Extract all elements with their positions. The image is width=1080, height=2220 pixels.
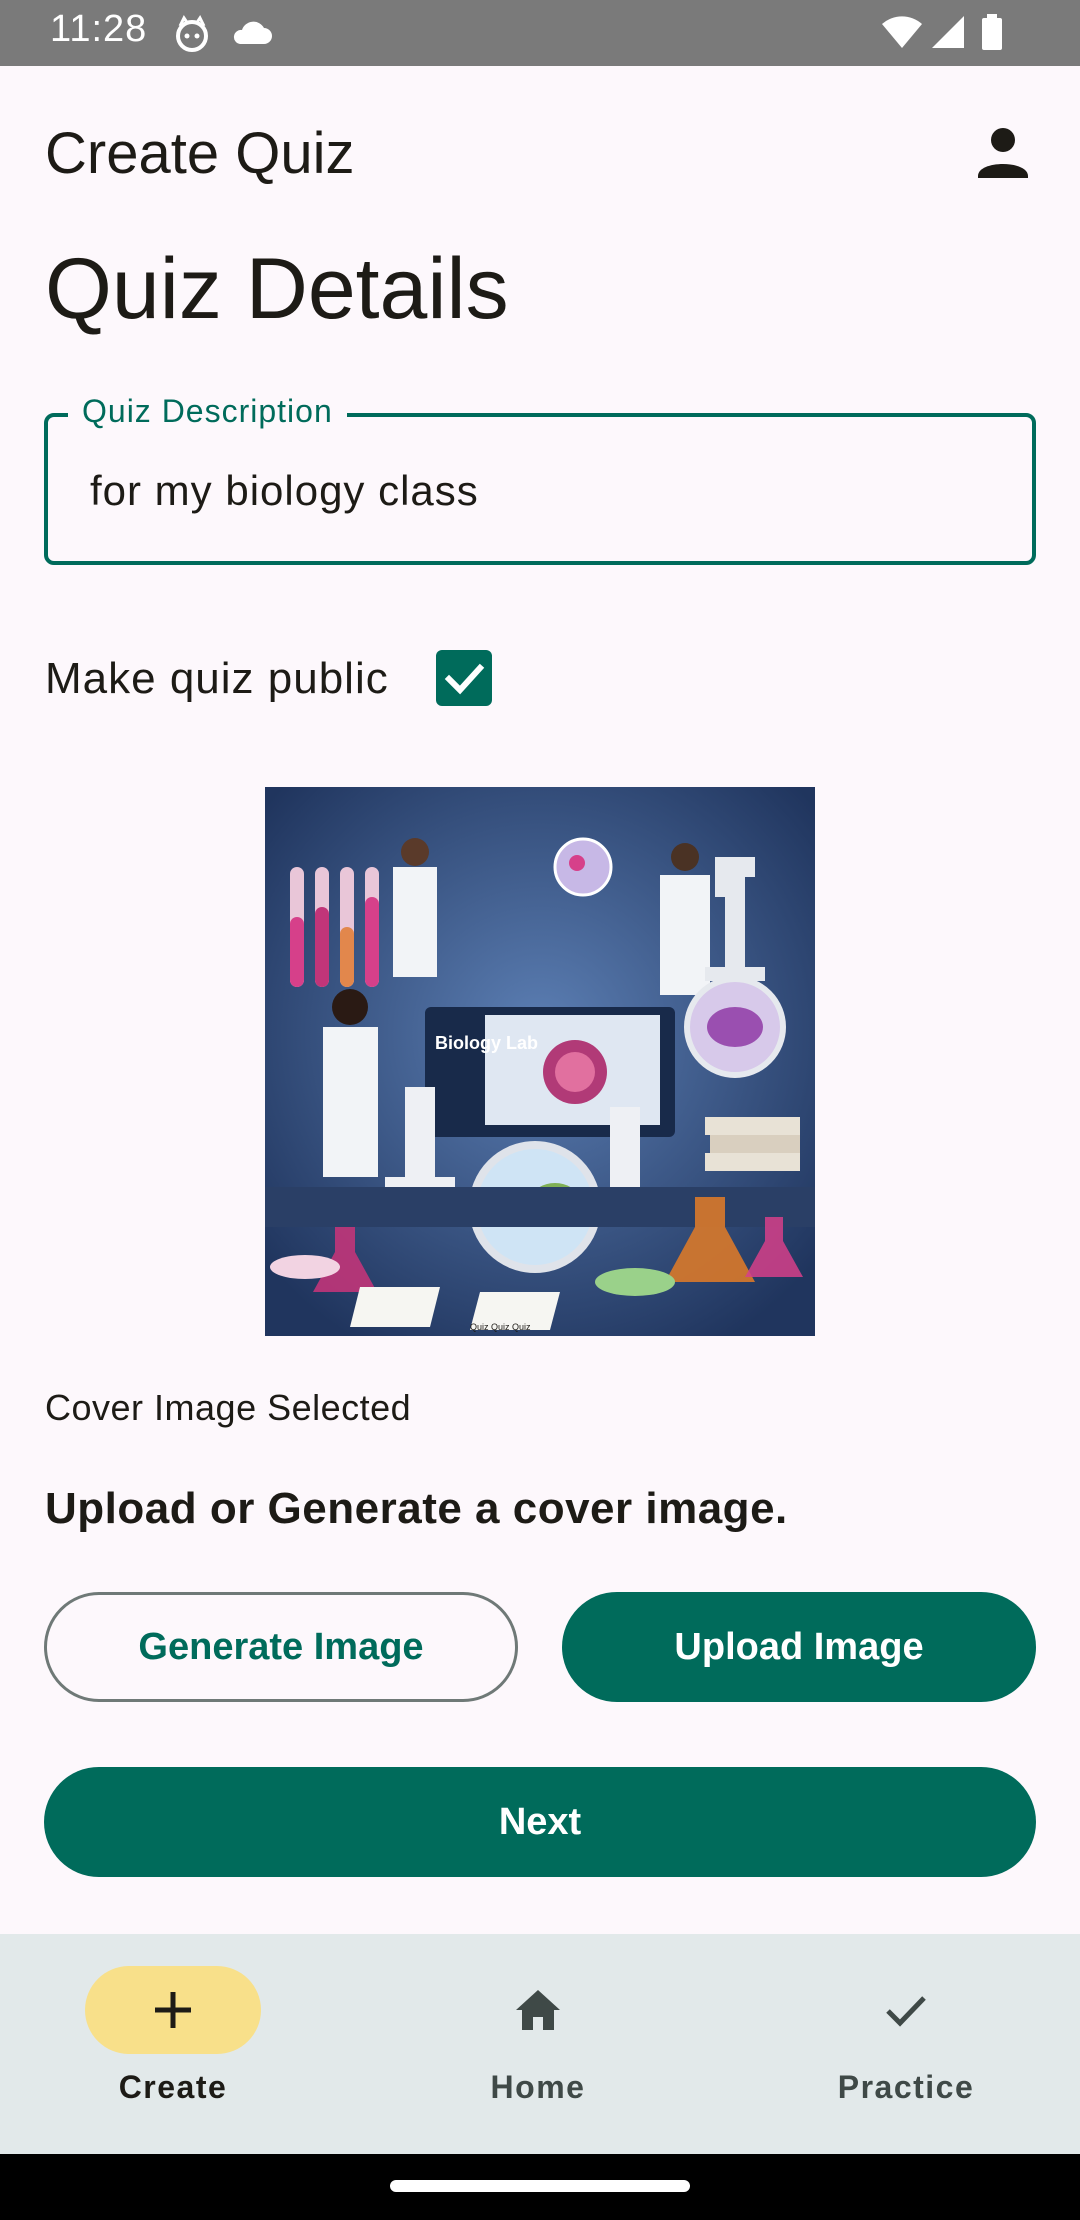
cloud-icon xyxy=(233,21,272,44)
signal-icon xyxy=(932,16,964,48)
nav-label-create: Create xyxy=(118,2069,228,2105)
nav-label-practice: Practice xyxy=(837,2069,975,2105)
plus-icon xyxy=(155,1992,191,2028)
app-notification-icon xyxy=(176,15,208,52)
make-public-label: Make quiz public xyxy=(45,654,389,703)
biology-lab-illustration: Biology Lab Quiz Quiz Quiz xyxy=(265,787,815,1336)
cover-caption: Biology Lab xyxy=(435,1033,538,1053)
checkmark-icon xyxy=(444,663,485,695)
profile-button[interactable] xyxy=(972,122,1034,184)
cover-image: Biology Lab Quiz Quiz Quiz xyxy=(265,787,815,1336)
page-title: Create Quiz xyxy=(45,121,355,186)
upload-prompt: Upload or Generate a cover image. xyxy=(45,1484,788,1533)
generate-image-button[interactable]: Generate Image xyxy=(44,1592,518,1702)
battery-icon xyxy=(982,14,1002,50)
nav-item-practice[interactable]: Practice xyxy=(720,1934,1080,2154)
status-time: 11:28 xyxy=(50,8,148,50)
nav-label-home: Home xyxy=(490,2069,586,2105)
gesture-navigation-bar xyxy=(0,2154,1080,2220)
status-bar: 11:28 xyxy=(0,0,1080,66)
check-icon xyxy=(886,1996,926,2027)
home-icon xyxy=(516,1990,560,2030)
gesture-handle[interactable] xyxy=(390,2180,690,2192)
quiz-description-field[interactable]: Quiz Description for my biology class xyxy=(44,393,1036,565)
person-icon xyxy=(978,128,1028,178)
quiz-description-label: Quiz Description xyxy=(68,393,347,430)
bottom-navigation: Create Home Practice xyxy=(0,1934,1080,2154)
make-public-checkbox[interactable] xyxy=(436,650,492,706)
wifi-icon xyxy=(882,16,922,48)
cover-watermark: Quiz Quiz Quiz xyxy=(470,1322,531,1332)
quiz-description-input[interactable]: for my biology class xyxy=(90,467,479,515)
upload-image-button[interactable]: Upload Image xyxy=(562,1592,1036,1702)
cover-image-status: Cover Image Selected xyxy=(45,1387,412,1428)
section-title: Quiz Details xyxy=(45,241,509,337)
nav-item-home[interactable]: Home xyxy=(360,1934,720,2154)
nav-item-create[interactable]: Create xyxy=(0,1934,360,2154)
next-button[interactable]: Next xyxy=(44,1767,1036,1877)
